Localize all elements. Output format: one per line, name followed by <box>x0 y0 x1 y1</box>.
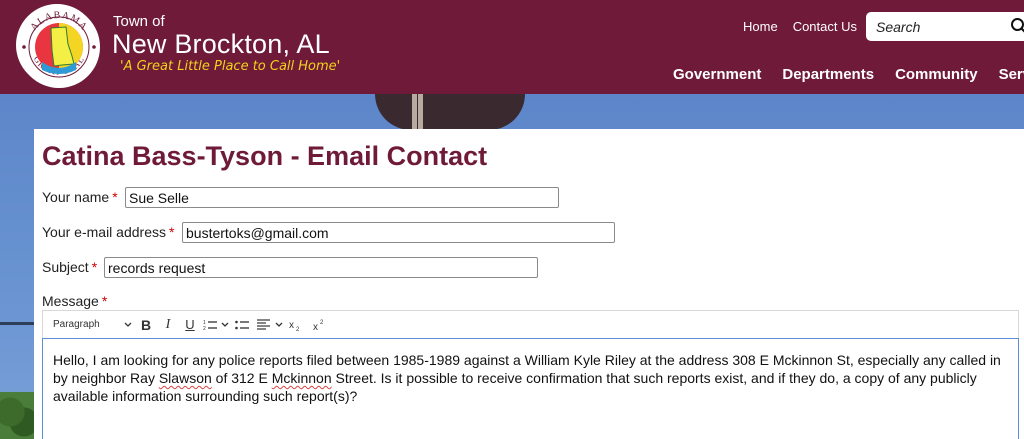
power-line <box>0 322 34 325</box>
subject-label-text: Subject <box>42 259 89 275</box>
nav-government[interactable]: Government <box>673 66 761 83</box>
required-marker: * <box>112 189 118 205</box>
subject-label: Subject * <box>42 259 97 275</box>
site-tagline: 'A Great Little Place to Call Home' <box>120 59 341 74</box>
search-icon[interactable] <box>1010 17 1024 35</box>
home-link[interactable]: Home <box>743 19 778 34</box>
name-field[interactable] <box>125 187 559 208</box>
main-nav: Government Departments Community Servi <box>673 66 1024 83</box>
tree-image <box>0 392 34 439</box>
svg-text:2: 2 <box>296 327 300 331</box>
bulleted-list-icon[interactable] <box>231 311 253 339</box>
water-tower-image <box>375 94 525 130</box>
town-prefix: Town of <box>113 13 165 30</box>
paragraph-style-select[interactable]: Paragraph <box>43 311 121 339</box>
alabama-seal-logo[interactable]: ALABAMA GREAT SEAL <box>14 2 100 88</box>
page-title: Catina Bass-Tyson - Email Contact <box>42 141 488 171</box>
italic-button[interactable]: I <box>157 311 179 339</box>
search-box <box>866 12 1024 41</box>
name-label-text: Your name <box>42 189 110 205</box>
numbered-list-icon[interactable]: 12 <box>201 311 219 339</box>
align-icon[interactable] <box>253 311 273 339</box>
message-label-text: Message <box>42 293 99 309</box>
underline-button[interactable]: U <box>179 311 201 339</box>
paragraph-style-label: Paragraph <box>53 319 100 330</box>
chevron-down-icon[interactable] <box>273 311 285 339</box>
subject-field[interactable] <box>104 257 538 278</box>
email-field[interactable] <box>182 222 615 243</box>
nav-services[interactable]: Servi <box>999 66 1024 83</box>
required-marker: * <box>169 224 175 240</box>
email-label: Your e-mail address * <box>42 224 174 240</box>
message-editor[interactable]: Hello, I am looking for any police repor… <box>42 338 1019 439</box>
required-marker: * <box>101 293 108 309</box>
content-card: Catina Bass-Tyson - Email Contact Your n… <box>34 129 1024 439</box>
svg-text:2: 2 <box>203 326 206 331</box>
subscript-icon[interactable]: x2 <box>285 311 309 339</box>
svg-text:2: 2 <box>320 320 324 326</box>
name-label: Your name * <box>42 189 118 205</box>
svg-text:x: x <box>289 320 294 331</box>
misspelled-word: Slawson <box>158 370 212 386</box>
editor-toolbar: Paragraph B I U 12 x2 x2 <box>42 310 1019 338</box>
site-header: ALABAMA GREAT SEAL Town of New Brockton,… <box>0 0 1024 94</box>
superscript-icon[interactable]: x2 <box>309 311 333 339</box>
chevron-down-icon[interactable] <box>219 311 231 339</box>
nav-departments[interactable]: Departments <box>782 66 874 83</box>
required-marker: * <box>91 259 98 275</box>
message-label: Message * <box>42 293 107 309</box>
water-tower-ladder <box>412 94 417 130</box>
email-label-text: Your e-mail address <box>42 224 166 240</box>
contact-us-link[interactable]: Contact Us <box>793 19 857 34</box>
site-title[interactable]: New Brockton, AL <box>112 29 330 60</box>
search-input[interactable] <box>866 12 1006 41</box>
nav-community[interactable]: Community <box>895 66 978 83</box>
utility-nav: Home Contact Us <box>743 19 857 34</box>
bold-button[interactable]: B <box>135 311 157 339</box>
water-tower-ladder <box>418 94 423 130</box>
chevron-down-icon[interactable] <box>121 311 135 339</box>
message-text: of 312 E <box>211 370 272 386</box>
misspelled-word: Mckinnon <box>271 370 332 386</box>
svg-text:x: x <box>313 322 318 331</box>
